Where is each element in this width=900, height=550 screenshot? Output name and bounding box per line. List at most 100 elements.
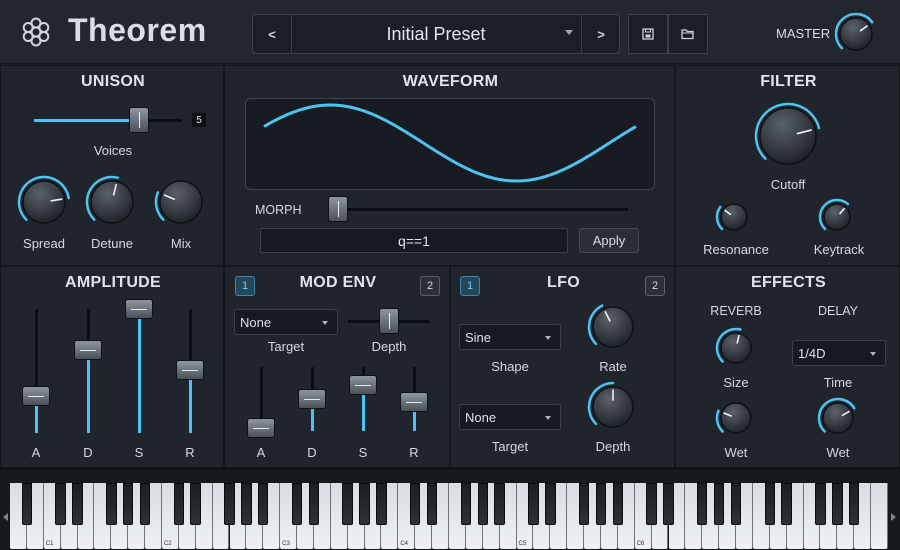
black-key[interactable]	[848, 483, 860, 525]
black-key[interactable]	[494, 483, 505, 525]
voices-slider-thumb[interactable]	[129, 107, 150, 133]
black-key[interactable]	[781, 483, 792, 525]
amp-d-label: D	[83, 445, 93, 460]
black-key[interactable]	[409, 483, 421, 525]
black-key[interactable]	[528, 483, 539, 525]
morph-slider-thumb[interactable]	[327, 196, 348, 222]
mix-knob[interactable]	[154, 175, 208, 229]
black-key[interactable]	[663, 483, 674, 525]
resonance-knob[interactable]	[715, 198, 753, 236]
black-key[interactable]	[646, 483, 657, 525]
detune-label: Detune	[91, 236, 133, 251]
amp-r-slider-thumb[interactable]	[176, 360, 204, 380]
save-preset-button[interactable]	[628, 14, 668, 54]
reverb-size-knob[interactable]	[715, 327, 757, 369]
cutoff-label: Cutoff	[770, 177, 806, 192]
black-key[interactable]	[460, 483, 472, 525]
black-key[interactable]	[832, 483, 843, 525]
black-key[interactable]	[545, 483, 556, 525]
scroll-right-icon[interactable]	[891, 513, 896, 521]
apply-button[interactable]: Apply	[579, 228, 639, 253]
chevron-down-icon[interactable]	[565, 30, 573, 35]
reverb-size-label: Size	[723, 375, 749, 390]
mod-env-a-slider-thumb[interactable]	[247, 418, 275, 438]
white-key[interactable]	[871, 483, 888, 549]
cutoff-knob[interactable]	[754, 102, 822, 170]
mod-env-depth-thumb[interactable]	[379, 308, 399, 334]
delay-time-dropdown[interactable]: 1/4D	[792, 340, 886, 366]
mod-env-d-slider-thumb[interactable]	[298, 389, 326, 409]
waveform-display	[245, 98, 655, 190]
black-key[interactable]	[106, 483, 117, 525]
reverb-wet-knob[interactable]	[715, 397, 757, 439]
mod-env-slot-2-badge[interactable]: 2	[420, 276, 440, 296]
black-key[interactable]	[815, 483, 826, 525]
morph-slider-track[interactable]	[332, 208, 628, 211]
delay-wet-knob[interactable]	[817, 397, 859, 439]
reverb-label: REVERB	[710, 304, 762, 318]
voices-label: Voices	[93, 143, 133, 158]
amp-s-label: S	[134, 445, 144, 460]
mod-env-s-slider-thumb[interactable]	[349, 375, 377, 395]
lfo-depth-knob[interactable]	[587, 381, 639, 433]
lfo-shape-label: Shape	[491, 359, 529, 374]
master-knob[interactable]	[834, 12, 878, 56]
preset-next-button[interactable]: >	[582, 15, 620, 53]
preset-name[interactable]: Initial Preset	[293, 15, 579, 53]
expression-input[interactable]: q==1	[260, 228, 568, 253]
effects-title: EFFECTS	[751, 274, 826, 291]
black-key[interactable]	[595, 483, 607, 525]
black-key[interactable]	[241, 483, 252, 525]
black-key[interactable]	[308, 483, 320, 525]
preset-prev-button[interactable]: <	[253, 15, 291, 53]
mod-env-a-label: A	[256, 445, 266, 460]
amp-a-slider-track[interactable]	[35, 309, 38, 433]
amp-s-slider-thumb[interactable]	[125, 299, 153, 319]
octave-label: C1	[45, 541, 54, 547]
black-key[interactable]	[173, 483, 185, 525]
black-key[interactable]	[72, 483, 83, 525]
black-key[interactable]	[342, 483, 353, 525]
chevron-down-icon	[322, 321, 328, 325]
keytrack-knob[interactable]	[818, 198, 856, 236]
lfo-slot-2-badge[interactable]: 2	[645, 276, 665, 296]
black-key[interactable]	[139, 483, 151, 525]
black-key[interactable]	[713, 483, 725, 525]
voices-slider-track[interactable]	[34, 119, 182, 122]
black-key[interactable]	[764, 483, 776, 525]
amp-d-slider-track[interactable]	[87, 309, 90, 433]
amp-s-slider-track[interactable]	[138, 309, 141, 433]
preset-selector: < Initial Preset >	[252, 14, 620, 54]
mod-env-r-slider-thumb[interactable]	[400, 392, 428, 412]
amp-d-slider-thumb[interactable]	[74, 340, 102, 360]
black-key[interactable]	[578, 483, 590, 525]
lfo-title: LFO	[547, 274, 580, 291]
open-preset-button[interactable]	[668, 14, 708, 54]
black-key[interactable]	[612, 483, 624, 525]
piano-keyboard[interactable]: C1 C2 C3 C4 C5 C6	[0, 468, 900, 550]
black-key[interactable]	[258, 483, 269, 525]
lfo-shape-dropdown[interactable]: Sine	[459, 324, 561, 350]
black-key[interactable]	[697, 483, 708, 525]
lfo-rate-knob[interactable]	[587, 301, 639, 353]
lfo-target-dropdown[interactable]: None	[459, 404, 561, 430]
amp-a-slider-thumb[interactable]	[22, 386, 50, 406]
black-key[interactable]	[426, 483, 438, 525]
spread-knob[interactable]	[17, 175, 71, 229]
black-key[interactable]	[359, 483, 370, 525]
black-key[interactable]	[21, 483, 33, 525]
black-key[interactable]	[122, 483, 134, 525]
mod-env-target-dropdown[interactable]: None	[234, 309, 338, 335]
black-key[interactable]	[376, 483, 387, 525]
scroll-left-icon[interactable]	[3, 513, 8, 521]
filter-title: FILTER	[760, 73, 817, 90]
black-key[interactable]	[224, 483, 235, 525]
black-key[interactable]	[730, 483, 742, 525]
amplitude-title: AMPLITUDE	[64, 274, 162, 291]
black-key[interactable]	[477, 483, 488, 525]
detune-knob[interactable]	[85, 175, 139, 229]
black-key[interactable]	[190, 483, 201, 525]
black-key[interactable]	[55, 483, 66, 525]
octave-label: C3	[282, 541, 290, 547]
black-key[interactable]	[291, 483, 303, 525]
